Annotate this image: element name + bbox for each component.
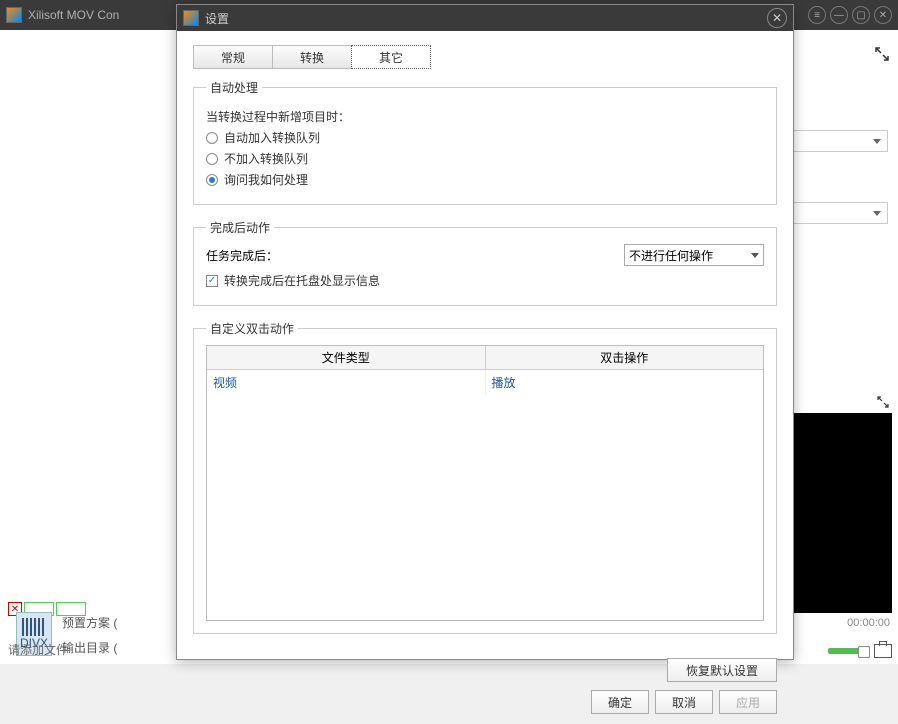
radio-label-1: 自动加入转换队列 [224,129,320,146]
restore-defaults-button[interactable]: 恢复默认设置 [667,658,777,682]
expand-button[interactable] [874,46,890,65]
settings-titlebar-icon[interactable]: ≡ [808,6,826,24]
group-double-click: 自定义双击动作 文件类型 双击操作 视频 播放 [193,320,777,634]
radio-icon [206,153,218,165]
table-row[interactable]: 视频 播放 [207,370,763,395]
dialog-logo-icon [183,10,199,26]
after-label: 任务完成后： [206,247,278,264]
cell-type: 视频 [207,370,486,395]
cancel-button[interactable]: 取消 [655,690,713,714]
preview-time: 00:00:00 [847,617,890,629]
group-auto-process: 自动处理 当转换过程中新增项目时： 自动加入转换队列 不加入转换队列 询问我如何… [193,79,777,205]
preview-panel: 00:00:00 [788,413,892,613]
preset-label: 预置方案 ( [62,614,117,631]
tabs: 常规 转换 其它 [193,45,777,69]
col-dbl-action: 双击操作 [486,346,764,370]
radio-label-3: 询问我如何处理 [224,171,308,188]
auto-prompt: 当转换过程中新增项目时： [206,108,764,125]
select-value: 不进行任何操作 [629,247,713,264]
close-main-button[interactable]: ✕ [874,6,892,24]
radio-row-ask[interactable]: 询问我如何处理 [206,171,764,188]
app-logo-icon [6,7,22,23]
cell-action: 播放 [486,370,764,395]
minimize-button[interactable]: — [830,6,848,24]
col-file-type: 文件类型 [207,346,486,370]
radio-icon [206,174,218,186]
snapshot-icon[interactable] [874,644,892,658]
checkbox-icon [206,275,218,287]
dbl-click-table: 文件类型 双击操作 视频 播放 [206,345,764,621]
tab-other[interactable]: 其它 [351,45,431,69]
preview-expand-icon[interactable] [876,395,890,412]
tray-checkbox-row[interactable]: 转换完成后在托盘处显示信息 [206,272,764,289]
play-controls [828,644,892,658]
status-text: 请添加文件 [8,641,68,658]
radio-label-2: 不加入转换队列 [224,150,308,167]
output-dir-label: 输出目录 ( [62,639,117,656]
tray-checkbox-label: 转换完成后在托盘处显示信息 [224,272,380,289]
legend-dbl: 自定义双击动作 [206,320,298,337]
radio-icon [206,132,218,144]
dialog-title: 设置 [205,10,229,27]
legend-auto: 自动处理 [206,79,262,96]
dialog-close-button[interactable]: ✕ [767,8,787,28]
radio-row-auto-add[interactable]: 自动加入转换队列 [206,129,764,146]
apply-button: 应用 [719,690,777,714]
after-action-select[interactable]: 不进行任何操作 [624,244,764,266]
settings-dialog: 设置 ✕ 常规 转换 其它 自动处理 当转换过程中新增项目时： 自动加入转换队列… [176,4,794,660]
ok-button[interactable]: 确定 [591,690,649,714]
maximize-button[interactable]: ▢ [852,6,870,24]
tab-convert[interactable]: 转换 [272,45,352,69]
group-after-action: 完成后动作 任务完成后： 不进行任何操作 转换完成后在托盘处显示信息 [193,219,777,306]
radio-row-no-add[interactable]: 不加入转换队列 [206,150,764,167]
tab-general[interactable]: 常规 [193,45,273,69]
dialog-titlebar: 设置 ✕ [177,5,793,31]
chevron-down-icon [751,253,759,258]
legend-after: 完成后动作 [206,219,274,236]
volume-slider[interactable] [828,648,868,654]
main-title: Xilisoft MOV Con [28,8,119,22]
